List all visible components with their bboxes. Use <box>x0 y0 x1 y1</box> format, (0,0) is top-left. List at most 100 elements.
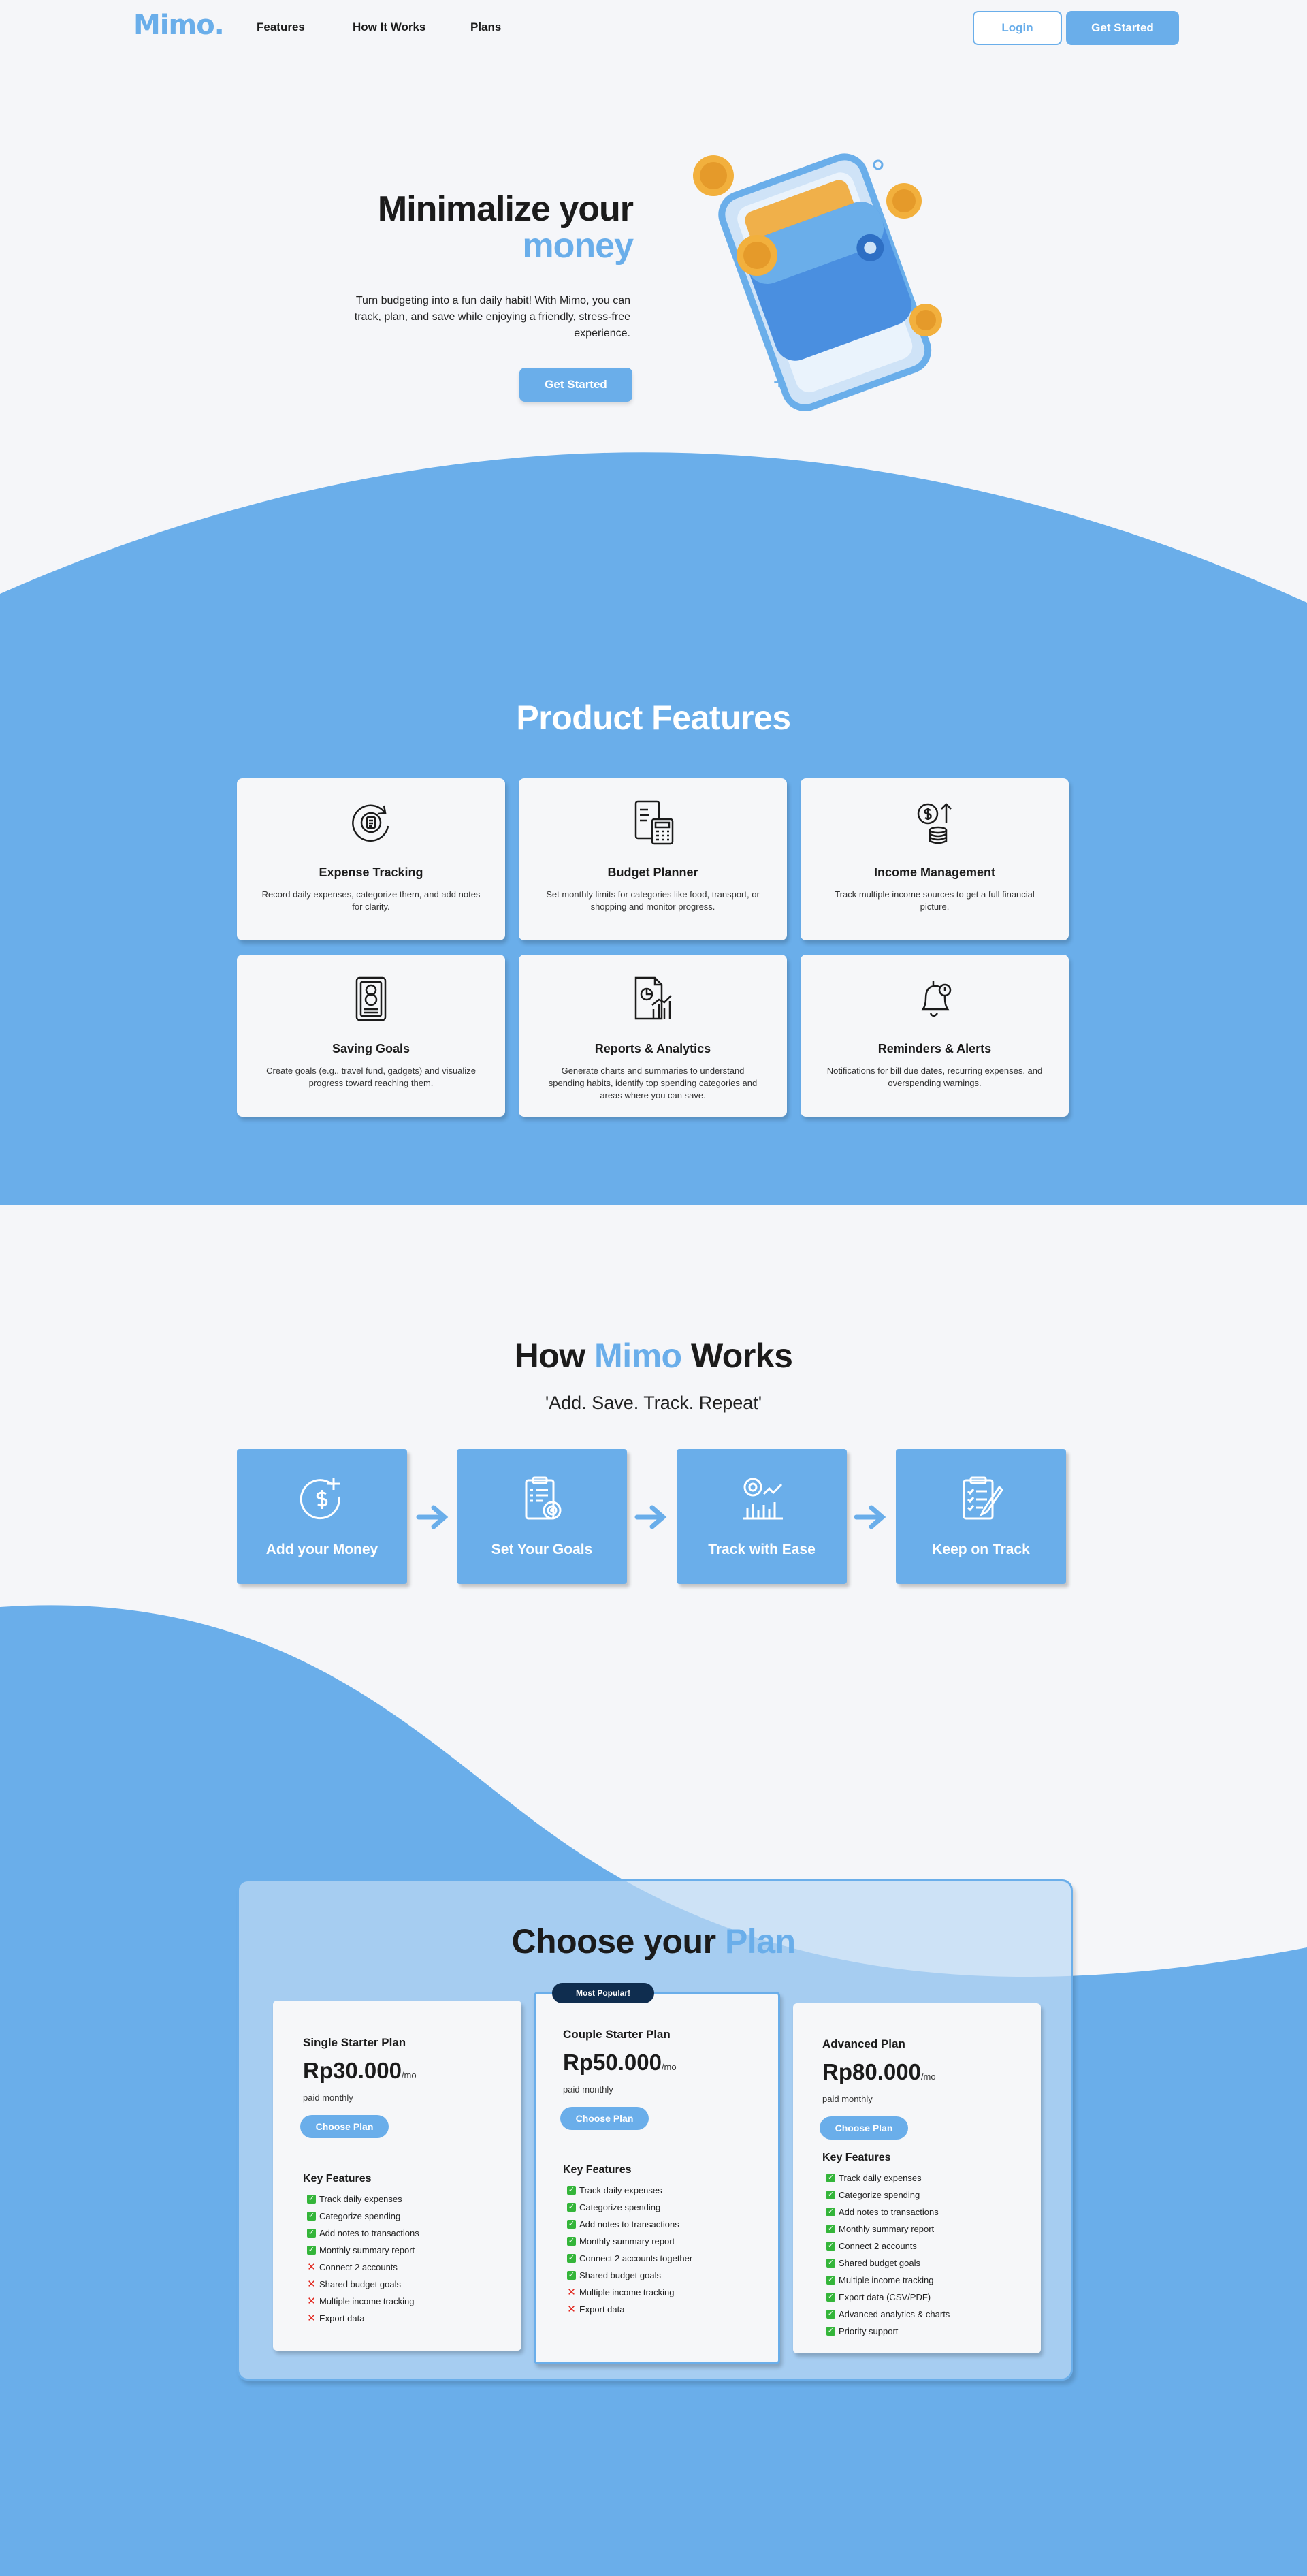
saving-goals-icon <box>355 976 387 1021</box>
plan-feature-item: ✓ Monthly summary report <box>307 2242 419 2259</box>
plan-feature-text: Export data <box>579 2304 625 2315</box>
plan-card-single-starter: Single Starter Plan Rp30.000/mo paid mon… <box>273 2001 521 2351</box>
hero-title-accent: money <box>522 226 634 266</box>
feature-description: Notifications for bill due dates, recurr… <box>826 1066 1043 1088</box>
check-icon: ✓ <box>826 2259 835 2268</box>
login-button[interactable]: Login <box>973 11 1062 45</box>
reports-analytics-icon <box>634 976 672 1020</box>
arrow-right-icon <box>634 1505 667 1529</box>
step-card-add-money: Add your Money <box>237 1449 407 1584</box>
plan-feature-item: ✓ Advanced analytics & charts <box>826 2306 950 2323</box>
cross-icon: ✕ <box>307 2278 316 2290</box>
plan-feature-item: ✓ Add notes to transactions <box>826 2204 950 2221</box>
feature-card-budget-planner: Budget Planner Set monthly limits for ca… <box>519 778 787 940</box>
income-management-icon <box>917 803 952 844</box>
plan-feature-item: ✓ Connect 2 accounts <box>826 2238 950 2255</box>
plan-name: Advanced Plan <box>822 2037 905 2050</box>
plan-feature-text: Priority support <box>839 2326 899 2336</box>
feature-title: Income Management <box>873 865 996 879</box>
plan-feature-item: ✕ Export data <box>307 2310 419 2327</box>
nav-get-started-button[interactable]: Get Started <box>1066 11 1179 45</box>
step-label: Add your Money <box>265 1542 378 1557</box>
feature-description: Generate charts and summaries to underst… <box>548 1066 758 1100</box>
plan-feature-text: Monthly summary report <box>839 2224 935 2234</box>
plan-feature-text: Export data <box>319 2313 365 2323</box>
step-label: Set Your Goals <box>491 1542 593 1557</box>
check-icon: ✓ <box>826 2208 835 2216</box>
choose-plan-button[interactable]: Choose Plan <box>820 2116 908 2140</box>
plan-feature-text: Track daily expenses <box>839 2173 922 2183</box>
how-title-post: Works <box>691 1337 793 1375</box>
expense-tracking-icon <box>352 804 389 842</box>
check-icon: ✓ <box>826 2225 835 2233</box>
plan-price-value: Rp50.000 <box>563 2050 662 2075</box>
most-popular-badge: Most Popular! <box>552 1983 654 2003</box>
plan-feature-text: Shared budget goals <box>579 2270 661 2280</box>
feature-title: Reminders & Alerts <box>877 1042 992 1055</box>
plan-price-period: /mo <box>401 2070 417 2080</box>
nav-link-how-it-works[interactable]: How It Works <box>353 20 425 34</box>
plan-billing-note: paid monthly <box>563 2084 613 2095</box>
plan-feature-item: ✓ Shared budget goals <box>567 2267 692 2284</box>
key-features-heading: Key Features <box>303 2173 372 2184</box>
choose-plan-button[interactable]: Choose Plan <box>300 2115 389 2138</box>
top-nav: Mimo. Features How It Works Plans Login … <box>0 0 1307 54</box>
step-card-track-with-ease: Track with Ease <box>677 1449 847 1584</box>
nav-link-features[interactable]: Features <box>257 20 305 34</box>
feature-card-expense-tracking: Expense Tracking Record daily expenses, … <box>237 778 505 940</box>
feature-description: Set monthly limits for categories like f… <box>546 889 760 912</box>
plan-name: Couple Starter Plan <box>563 2028 671 2041</box>
plan-feature-text: Categorize spending <box>319 2211 401 2221</box>
plan-feature-item: ✓ Track daily expenses <box>307 2191 419 2208</box>
nav-link-plans[interactable]: Plans <box>470 20 501 34</box>
check-icon: ✓ <box>826 2276 835 2285</box>
step-label: Keep on Track <box>932 1542 1030 1557</box>
how-title-accent: Mimo <box>594 1337 682 1375</box>
plan-feature-item: ✓ Add notes to transactions <box>567 2216 692 2233</box>
plan-feature-text: Shared budget goals <box>319 2279 401 2289</box>
wallet-illustration: + <box>693 153 942 411</box>
check-icon: ✓ <box>826 2327 835 2336</box>
plan-feature-text: Export data (CSV/PDF) <box>839 2292 931 2302</box>
check-icon: ✓ <box>567 2237 576 2246</box>
plan-price-period: /mo <box>661 2062 677 2072</box>
plan-feature-item: ✓ Categorize spending <box>826 2187 950 2204</box>
hero-description: Turn budgeting into a fun daily habit! W… <box>354 295 630 339</box>
plan-price-value: Rp80.000 <box>822 2059 921 2084</box>
plan-feature-text: Monthly summary report <box>319 2245 415 2255</box>
plan-features-list: ✓ Track daily expenses ✓ Categorize spendin… <box>826 2169 950 2340</box>
plan-feature-text: Add notes to transactions <box>579 2219 679 2229</box>
plan-billing-note: paid monthly <box>303 2093 353 2103</box>
plan-feature-item: ✕ Shared budget goals <box>307 2276 419 2293</box>
plan-feature-item: ✓ Shared budget goals <box>826 2255 950 2272</box>
plan-feature-item: ✓ Priority support <box>826 2323 950 2340</box>
plan-feature-text: Add notes to transactions <box>839 2207 939 2217</box>
cross-icon: ✕ <box>567 2304 576 2315</box>
check-icon: ✓ <box>567 2203 576 2212</box>
check-icon: ✓ <box>307 2229 316 2238</box>
how-it-works-title: How Mimo Works <box>0 1336 1307 1376</box>
plans-title-accent: Plan <box>724 1922 796 1960</box>
plan-feature-text: Multiple income tracking <box>839 2275 934 2285</box>
plan-feature-item: ✕ Multiple income tracking <box>307 2293 419 2310</box>
key-features-heading: Key Features <box>563 2164 632 2176</box>
plan-feature-item: ✓ Export data (CSV/PDF) <box>826 2289 950 2306</box>
logo[interactable]: Mimo. <box>133 10 225 41</box>
choose-plan-button[interactable]: Choose Plan <box>560 2107 649 2130</box>
how-title-pre: How <box>514 1337 586 1375</box>
plan-feature-item: ✕ Export data <box>567 2301 692 2318</box>
plan-feature-item: ✓ Track daily expenses <box>567 2182 692 2199</box>
plan-feature-item: ✓ Categorize spending <box>567 2199 692 2216</box>
check-icon: ✓ <box>567 2254 576 2263</box>
clipboard-target-icon <box>525 1476 562 1520</box>
step-label: Track with Ease <box>708 1542 816 1557</box>
budget-planner-icon <box>634 800 674 845</box>
plans-title: Choose your Plan <box>0 1922 1307 1961</box>
hero-get-started-button[interactable]: Get Started <box>519 368 632 402</box>
plan-price-value: Rp30.000 <box>303 2058 402 2083</box>
plan-feature-text: Monthly summary report <box>579 2236 675 2246</box>
plan-billing-note: paid monthly <box>822 2094 873 2104</box>
plan-feature-item: ✓ Multiple income tracking <box>826 2272 950 2289</box>
bell-icon <box>921 981 952 1017</box>
plans-title-pre: Choose your <box>511 1922 716 1960</box>
